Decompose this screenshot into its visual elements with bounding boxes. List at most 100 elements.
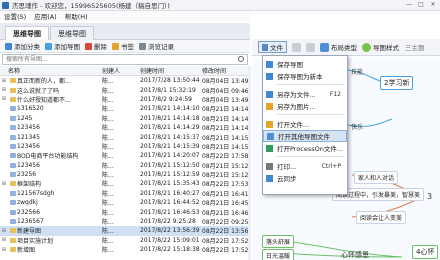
close-button[interactable]: ✕ <box>428 1 438 9</box>
list-scrollbar[interactable] <box>248 66 251 260</box>
row-name: 121567sdgh <box>17 189 55 197</box>
menu-apps[interactable]: 应用(A) <box>34 11 57 21</box>
row-modified: 08月21日 16:46 <box>202 209 249 217</box>
menu-item-icon <box>267 132 274 140</box>
bookmark-button[interactable]: 书签 <box>112 41 134 51</box>
header-name[interactable]: 名称 <box>0 66 102 75</box>
table-row[interactable]: ⊞ 这么说就了了吗 陈... 2017/8/1 15:32:19 08月04日 09:4… <box>0 85 250 95</box>
table-row[interactable]: ⊞ 框架结构 陈... 2017/8/21 15:35:43 08月22日 17:53 <box>0 179 250 188</box>
node-reading-makes-beautiful[interactable]: 阅读会让人变美 <box>356 211 407 224</box>
table-row[interactable]: 23256 陈... 2017/8/21 15:12:59 08月21日 15:12 <box>0 170 250 179</box>
browse-history-button[interactable]: 浏览记录 <box>139 41 174 51</box>
node-branch-3[interactable]: 3 <box>424 191 435 202</box>
window-title: 杰思魂作 - 欢迎您，15996525605(杨建（稿自思门）) <box>12 2 170 10</box>
expand-toggle-icon[interactable]: ⊞ <box>0 247 8 253</box>
table-row[interactable]: 121345 陈... 2017/8/21 14:15:37 08月21日 14:15 <box>0 132 250 142</box>
document-icon <box>8 115 17 121</box>
node-gratitude[interactable]: 心怀感恩 <box>338 249 372 260</box>
add-category-icon <box>5 42 12 50</box>
table-row[interactable]: 232566 陈... 2017/8/21 16:46:53 08月21日 16:46 <box>0 207 250 217</box>
table-row[interactable]: 123456 陈... 2017/8/21 14:15:39 08月21日 14:15 <box>0 142 250 151</box>
tab-start-page[interactable]: 思维导图 <box>50 26 94 40</box>
menu-item-label: 另存为文件... <box>277 91 316 99</box>
table-row[interactable]: ⊞ 新建导图 陈... 2017/8/22 13:56:39 08月22日 13:56 <box>0 226 250 236</box>
table-row[interactable]: ⊞ 真正而新的人，都... 陈... 2017/7/28 13:50:44 08月04日… <box>0 76 250 85</box>
file-menu-item[interactable]: 打开文件... <box>263 118 347 130</box>
file-menu-item[interactable]: 保存导图为新本 <box>263 70 347 82</box>
menu-help[interactable]: 帮助(H) <box>65 11 88 21</box>
redo-icon[interactable] <box>306 42 315 52</box>
delete-button[interactable]: 删除 <box>85 41 107 51</box>
file-menu-item[interactable]: 保存导图 <box>263 58 347 70</box>
table-row[interactable]: ⊞ 新增图 陈... 2017/8/22 15:18:38 08月22日 17:52 <box>0 245 250 254</box>
layout-type-label[interactable]: 布局类型 <box>331 42 357 52</box>
table-row[interactable]: 1245 陈... 2017/8/21 14:14:18 08月21日 14:14 <box>0 114 250 123</box>
minimize-button[interactable]: — <box>404 1 414 9</box>
table-row[interactable]: ⊞ 项目实施计划 陈... 2017/8/22 15:09:01 08月22日 17:5… <box>0 236 250 245</box>
undo-icon[interactable] <box>292 42 301 52</box>
menu-item-label: 打印... <box>277 163 297 171</box>
menu-item-label: 云同步 <box>277 175 297 183</box>
add-category-button[interactable]: 添加分类 <box>5 41 40 51</box>
row-created: 2017/8/21 14:14:18 <box>140 114 200 122</box>
header-created[interactable]: 创建时间 <box>140 66 202 75</box>
table-row[interactable]: zwqdkj 陈... 2017/8/21 16:44:52 08月21日 16:45 <box>0 198 250 207</box>
expand-toggle-icon[interactable]: ⊞ <box>0 181 8 187</box>
expand-toggle-icon[interactable]: ⊞ <box>0 96 8 102</box>
row-created: 2017/8/1 15:32:19 <box>140 86 196 94</box>
file-menu-item[interactable]: 云同步 <box>263 172 347 184</box>
row-creator: 陈... <box>102 96 114 104</box>
header-modified[interactable]: 修改时间 <box>202 66 250 75</box>
file-menu-item[interactable]: 另存为文件... F12 <box>263 88 347 100</box>
row-creator: 陈... <box>102 78 114 86</box>
expand-toggle-icon[interactable]: ⊞ <box>0 228 8 234</box>
expand-toggle-icon[interactable]: ⊞ <box>0 237 8 243</box>
expand-toggle-icon[interactable]: ⊞ <box>0 78 8 84</box>
maximize-button[interactable]: □ <box>416 1 426 9</box>
folder-icon <box>8 237 17 243</box>
layout-type-icon[interactable] <box>320 42 329 52</box>
node-relax[interactable]: 落头舒展 <box>262 235 295 248</box>
table-row[interactable]: ⊞ 什么好授知道都不... 陈... 2017/8/2 9:24:59 08月04日 1… <box>0 95 250 104</box>
header-creator[interactable]: 创建人 <box>102 66 140 75</box>
node-family-talk[interactable]: 家人和人对话 <box>354 171 399 184</box>
menu-settings[interactable]: 设置(S) <box>4 11 26 21</box>
add-map-button[interactable]: 添加导图 <box>45 41 80 51</box>
row-created: 2017/8/21 14:14:29 <box>140 124 200 132</box>
row-name: 新增图 <box>17 247 36 255</box>
table-row[interactable]: 121567sdgh 陈... 2017/8/21 16:40:27 08月21日 1… <box>0 189 250 198</box>
expand-toggle-icon[interactable]: ⊞ <box>0 87 8 93</box>
node-4-gratitude[interactable]: 4心怀 <box>412 245 439 259</box>
table-row[interactable]: 123456 陈... 2017/8/21 14:14:29 08月21日 14:14 <box>0 123 250 132</box>
node-sunshine[interactable]: 日光温暖 <box>262 249 295 260</box>
row-name: 123456 <box>17 142 40 150</box>
table-row[interactable]: 1236567 陈... 2017/8/22 9:25:28 08月22日 09:25 <box>0 217 250 226</box>
file-menu-item[interactable]: 另存为图片... <box>263 100 347 112</box>
map-style-label[interactable]: 导图样式 <box>373 42 399 52</box>
row-creator: 陈... <box>102 125 114 133</box>
map-list-table: 名称 创建人 创建时间 修改时间 ⊞ 真正而新的人，都... 陈... 2017/7/… <box>0 66 250 260</box>
map-style-icon[interactable] <box>362 42 371 52</box>
row-modified: 08月04日 09:46 <box>202 87 249 95</box>
search-input[interactable] <box>3 55 233 64</box>
node-learn-new[interactable]: 2学习新 <box>380 76 414 90</box>
file-menu-item[interactable]: 打印... Ctrl+P <box>263 160 347 172</box>
table-row[interactable]: BOD电商平台功能结构 陈... 2017/8/21 14:20:07 08月22日 … <box>0 151 250 160</box>
theme-label[interactable]: 三主题 <box>405 42 425 52</box>
table-row[interactable]: 123456 陈... 2017/8/21 15:12:50 08月21日 15:12 <box>0 161 250 170</box>
row-created: 2017/8/21 15:35:43 <box>140 180 200 188</box>
row-creator: 陈... <box>102 219 114 227</box>
tab-mind-map[interactable]: 思维导图 <box>5 26 49 40</box>
node-happy[interactable]: 快乐 <box>348 121 366 132</box>
node-skill[interactable]: 技能 <box>348 66 366 77</box>
row-name: BOD电商平台功能结构 <box>17 153 79 161</box>
menu-item-shortcut: Ctrl+P <box>321 162 341 170</box>
file-menu-item[interactable]: 打开其他导图文件 <box>263 130 347 142</box>
file-menu-item[interactable]: 打开ProcessOn文件... <box>263 142 347 154</box>
table-row[interactable]: 1316520 陈... 2017/8/21 14:14:10 08月21日 14:1… <box>0 104 250 113</box>
file-menu-button[interactable]: 文件 <box>258 41 287 53</box>
row-modified: 08月21日 14:15 <box>202 143 249 151</box>
search-icon[interactable] <box>238 56 244 62</box>
menu-item-label: 另存为图片... <box>277 103 316 111</box>
menu-bar: 设置(S) 应用(A) 帮助(H) <box>0 11 250 21</box>
